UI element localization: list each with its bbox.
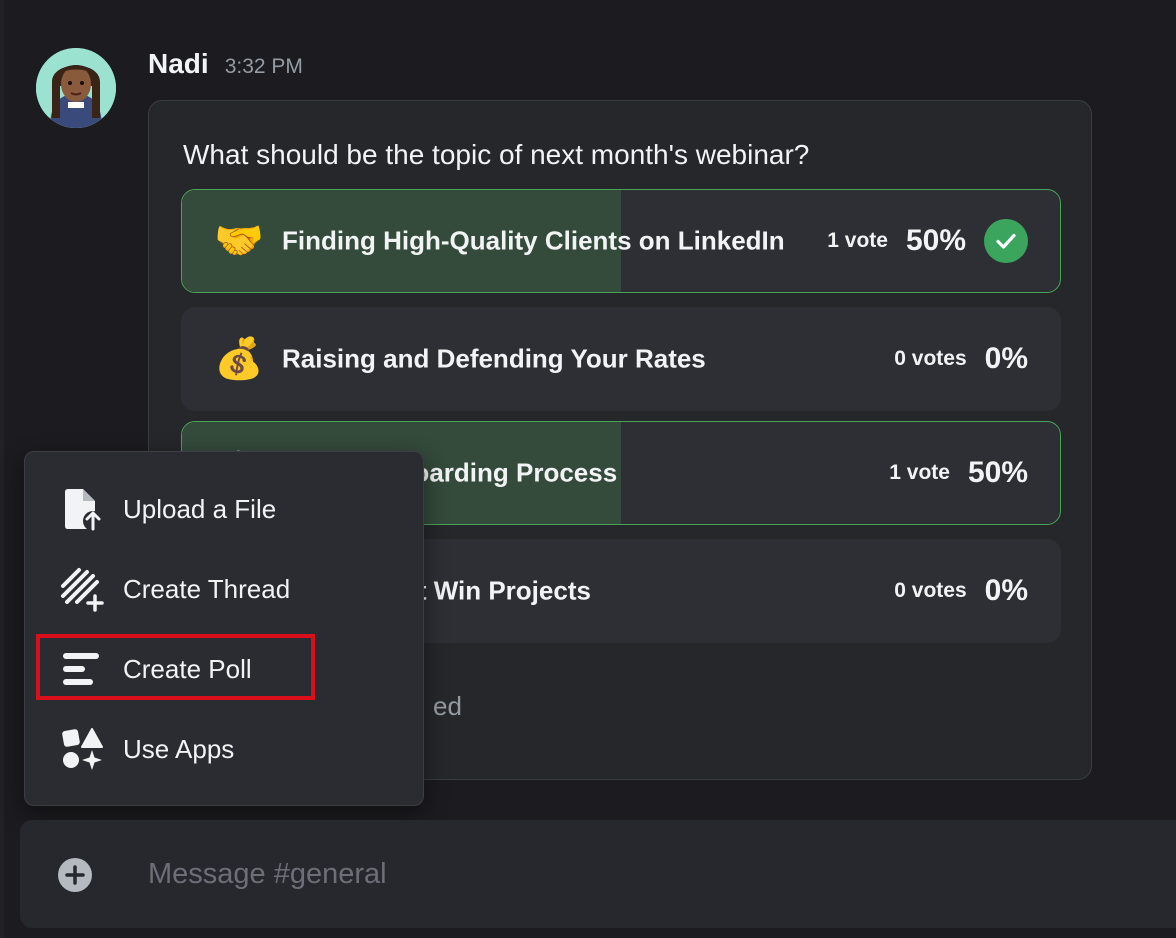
menu-item-create-thread[interactable]: Create Thread [59, 557, 359, 621]
poll-question: What should be the topic of next month's… [183, 139, 810, 170]
message-timestamp: 3:32 PM [224, 55, 303, 78]
handshake-icon: 🤝 [214, 219, 264, 263]
check-icon [984, 219, 1028, 263]
message-header: Nadi 3:32 PM [148, 48, 303, 80]
vote-count: 1 vote [889, 461, 950, 484]
menu-item-upload-file[interactable]: Upload a File [59, 477, 359, 541]
attach-menu: Upload a File Create Thread Create Poll [24, 451, 424, 806]
left-edge [0, 0, 4, 938]
menu-item-label: Upload a File [123, 493, 277, 524]
apps-icon [59, 726, 105, 772]
menu-item-use-apps[interactable]: Use Apps [59, 717, 359, 781]
vote-percent: 50% [967, 456, 1028, 489]
menu-item-label: Create Thread [123, 573, 291, 604]
poll-option[interactable]: 🤝 Finding High-Quality Clients on Linked… [181, 189, 1061, 293]
menu-item-label: Use Apps [123, 733, 235, 764]
author-name[interactable]: Nadi [148, 48, 209, 80]
create-thread-icon [59, 566, 105, 612]
avatar[interactable] [36, 48, 116, 128]
poll-option-label: Raising and Defending Your Rates [282, 343, 706, 374]
upload-file-icon [59, 486, 105, 532]
vote-percent: 0% [984, 574, 1028, 607]
poll-option[interactable]: 💰 Raising and Defending Your Rates 0 vot… [181, 307, 1061, 411]
vote-count: 0 votes [894, 579, 967, 602]
vote-percent: 0% [984, 342, 1028, 375]
vote-count: 0 votes [894, 347, 967, 370]
vote-count: 1 vote [827, 229, 888, 252]
message-input-placeholder: Message #general [148, 858, 387, 890]
message-composer[interactable]: Message #general [20, 820, 1176, 928]
plus-circle-icon[interactable] [58, 858, 92, 892]
create-poll-highlight [36, 634, 315, 700]
money-bag-icon: 💰 [214, 337, 264, 381]
vote-percent: 50% [905, 224, 966, 257]
poll-option-label: Finding High-Quality Clients on LinkedIn [282, 225, 785, 256]
